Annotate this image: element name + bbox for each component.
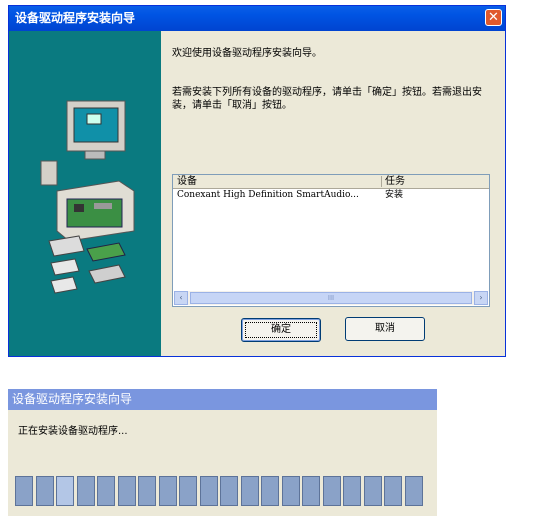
installer-wizard-window: 设备驱动程序安装向导 ✕ 欢迎使用设备驱动程序安装向导。 若需安装下列所有设备的… — [8, 5, 506, 357]
wizard-side-panel — [9, 31, 161, 356]
focus-rectangle — [245, 322, 317, 338]
wizard-title-bar[interactable]: 设备驱动程序安装向导 ✕ — [9, 6, 505, 31]
progress-segment — [138, 476, 156, 506]
progress-segment — [179, 476, 197, 506]
welcome-text: 欢迎使用设备驱动程序安装向导。 — [172, 48, 322, 59]
scroll-right-button[interactable]: › — [474, 291, 488, 305]
column-header-device[interactable]: 设备 — [177, 175, 197, 188]
progress-title-bar[interactable]: 设备驱动程序安装向导 — [8, 389, 437, 410]
close-button[interactable]: ✕ — [485, 9, 502, 26]
progress-segment — [405, 476, 423, 506]
progress-segment — [77, 476, 95, 506]
computer-hardware-illustration — [40, 100, 135, 294]
progress-title: 设备驱动程序安装向导 — [12, 392, 133, 406]
install-progress-bar — [15, 476, 431, 506]
progress-segment — [97, 476, 115, 506]
progress-segment — [343, 476, 361, 506]
device-list[interactable]: 设备 任务 Conexant High Definition SmartAudi… — [172, 174, 490, 307]
column-separator[interactable] — [381, 176, 382, 187]
ok-button[interactable]: 确定 — [241, 318, 321, 342]
chevron-right-icon: › — [479, 293, 483, 302]
progress-segment — [36, 476, 54, 506]
device-task: 安装 — [385, 190, 404, 200]
wizard-title: 设备驱动程序安装向导 — [15, 11, 136, 25]
progress-segment — [15, 476, 33, 506]
progress-segment — [200, 476, 218, 506]
device-list-header: 设备 任务 — [173, 175, 489, 189]
progress-segment — [323, 476, 341, 506]
progress-segment — [282, 476, 300, 506]
device-row[interactable]: Conexant High Definition SmartAudio... 安… — [173, 189, 489, 202]
cancel-button[interactable]: 取消 — [345, 317, 425, 341]
progress-segment — [261, 476, 279, 506]
progress-segment — [159, 476, 177, 506]
scroll-left-button[interactable]: ‹ — [174, 291, 188, 305]
progress-segment — [220, 476, 238, 506]
cancel-button-label: 取消 — [375, 323, 395, 334]
device-name: Conexant High Definition SmartAudio... — [177, 190, 359, 200]
close-icon: ✕ — [488, 10, 499, 25]
progress-segment — [384, 476, 402, 506]
instructions-text: 若需安装下列所有设备的驱动程序，请单击「确定」按钮。若需退出安装，请单击「取消」… — [172, 87, 482, 111]
column-header-task[interactable]: 任务 — [385, 175, 405, 188]
install-progress-window: 设备驱动程序安装向导 正在安装设备驱动程序... — [8, 389, 437, 516]
progress-segment — [241, 476, 259, 506]
scrollbar-thumb[interactable]: III — [190, 292, 472, 304]
chevron-left-icon: ‹ — [179, 293, 183, 302]
horizontal-scrollbar[interactable]: ‹ III › — [174, 291, 488, 305]
progress-segment — [118, 476, 136, 506]
progress-status-text: 正在安装设备驱动程序... — [18, 426, 128, 437]
progress-segment — [364, 476, 382, 506]
progress-segment — [302, 476, 320, 506]
grip-icon: III — [327, 294, 335, 302]
progress-segment — [56, 476, 74, 506]
